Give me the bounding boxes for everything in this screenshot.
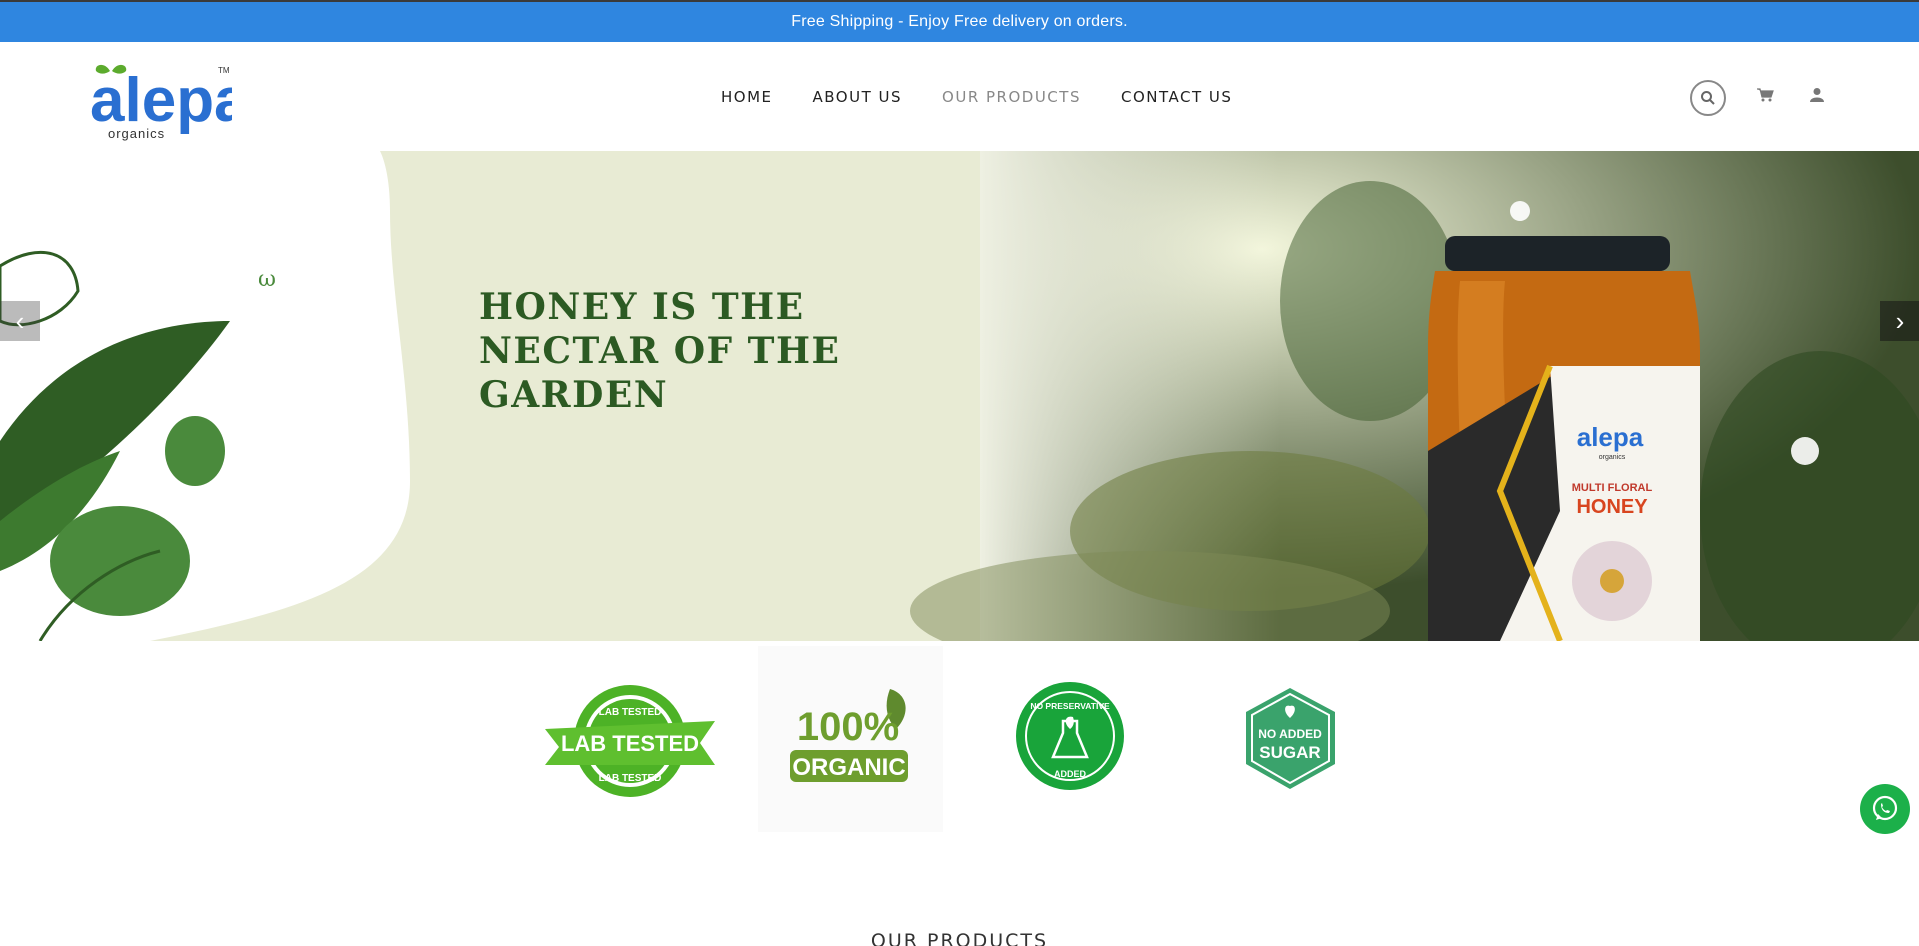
lab-tested-top: LAB TESTED	[599, 707, 662, 718]
svg-text:ω: ω	[258, 267, 276, 292]
nav-item-home[interactable]: HOME	[721, 88, 773, 106]
no-preservative-badge: NO PRESERVATIVE ADDED	[1015, 681, 1125, 791]
hero-title-line: NECTAR OF THE	[479, 330, 841, 372]
chevron-right-icon: ›	[1895, 305, 1905, 336]
hero-title-line: HONEY IS THE	[479, 286, 805, 328]
jar-line1: MULTI FLORAL	[1572, 482, 1653, 494]
nav-item-our-products[interactable]: OUR PRODUCTS	[942, 88, 1081, 106]
whatsapp-icon	[1872, 795, 1898, 821]
user-icon	[1810, 88, 1824, 102]
search-button[interactable]	[1690, 80, 1726, 116]
chevron-left-icon: ‹	[15, 305, 25, 336]
trademark-mark: TM	[218, 66, 230, 75]
logo-text: alepa	[90, 66, 232, 135]
logo-subtext: organics	[108, 126, 165, 141]
hero-background: alepa organics MULTI FLORAL HONEY ω	[0, 151, 1919, 641]
hero-title: HONEY IS THE NECTAR OF THE GARDEN	[479, 285, 859, 417]
carousel-next-button[interactable]: ›	[1880, 301, 1919, 341]
organic-badge: 100% ORGANIC	[758, 646, 943, 832]
site-header: alepa organics TM HOME ABOUT US OUR PROD…	[0, 42, 1919, 151]
carousel-prev-button[interactable]: ‹	[0, 301, 40, 341]
nav-item-about-us[interactable]: ABOUT US	[813, 88, 903, 106]
no-sugar-top: NO ADDED	[1258, 727, 1322, 741]
lab-tested-badge: LAB TESTED LAB TESTED LAB TESTED	[545, 681, 715, 801]
announcement-text: Free Shipping - Enjoy Free delivery on o…	[791, 13, 1128, 30]
hero-title-line: GARDEN	[479, 374, 669, 416]
nav-item-contact-us[interactable]: CONTACT US	[1121, 88, 1232, 106]
account-button[interactable]	[1806, 83, 1828, 107]
hero-banner: alepa organics MULTI FLORAL HONEY ω HONE…	[0, 151, 1919, 641]
jar-brand-sub: organics	[1599, 454, 1626, 461]
announcement-bar: Free Shipping - Enjoy Free delivery on o…	[0, 0, 1919, 42]
cart-button[interactable]	[1753, 83, 1777, 107]
lab-tested-main: LAB TESTED	[561, 731, 699, 756]
jar-line2: HONEY	[1576, 496, 1648, 518]
no-sugar-main: SUGAR	[1259, 743, 1320, 762]
honey-jar-image: alepa organics MULTI FLORAL HONEY	[1428, 236, 1700, 641]
whatsapp-button[interactable]	[1860, 784, 1910, 834]
no-added-sugar-badge: NO ADDED SUGAR	[1243, 686, 1338, 791]
jar-brand: alepa	[1577, 422, 1644, 452]
cart-icon	[1757, 88, 1774, 102]
brand-logo[interactable]: alepa organics TM	[90, 59, 249, 141]
lab-tested-bottom: LAB TESTED	[599, 773, 662, 784]
search-icon	[1701, 91, 1715, 105]
section-title-our-products: OUR PRODUCTS	[870, 930, 1049, 946]
trust-badges: LAB TESTED LAB TESTED LAB TESTED 100% OR…	[0, 646, 1919, 836]
main-nav: HOME ABOUT US OUR PRODUCTS CONTACT US	[721, 88, 1232, 106]
no-preservative-bottom: ADDED	[1054, 769, 1087, 779]
organic-label: ORGANIC	[792, 754, 905, 781]
no-preservative-top: NO PRESERVATIVE	[1030, 701, 1110, 711]
organic-percent: 100%	[796, 705, 898, 749]
